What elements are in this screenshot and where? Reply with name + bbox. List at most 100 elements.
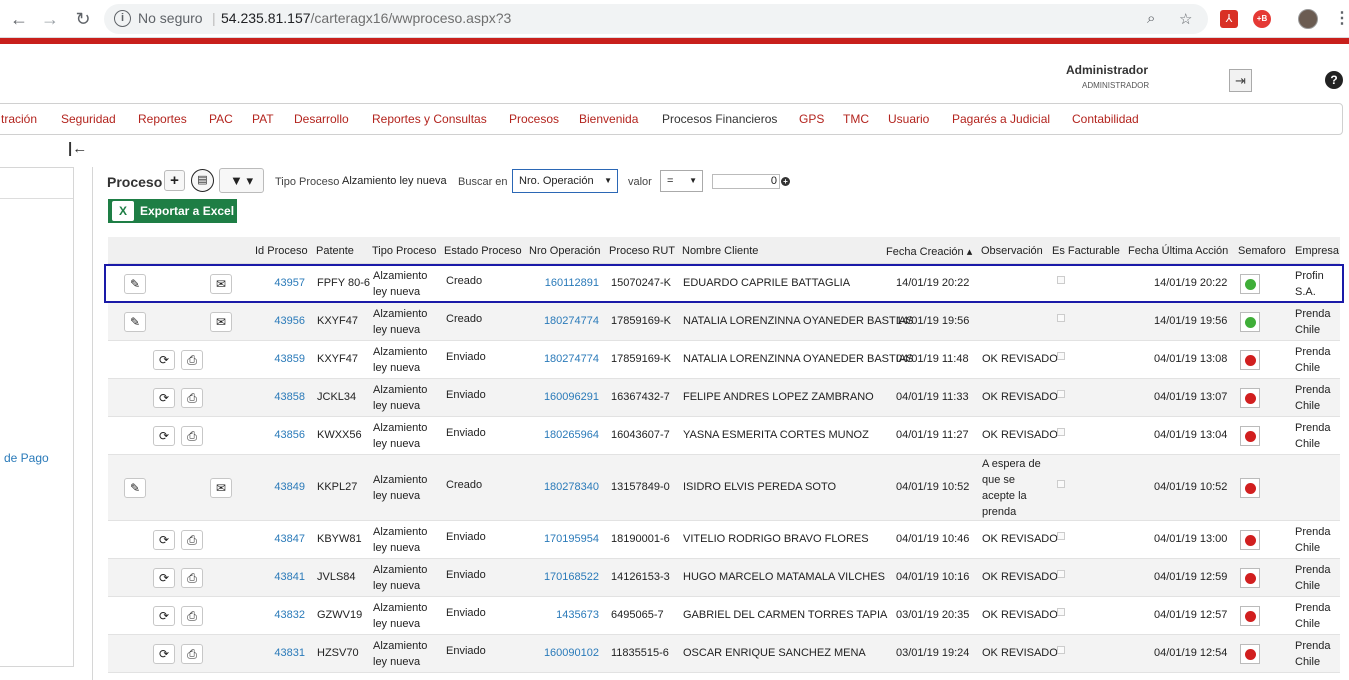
profile-avatar[interactable] <box>1298 9 1318 29</box>
sync-icon[interactable]: ⟳ <box>153 644 175 664</box>
id-proceso-link[interactable]: 43858 <box>274 391 305 403</box>
col-estado-proceso[interactable]: Estado Proceso <box>444 245 522 257</box>
nro-operacion-link[interactable]: 180265964 <box>544 429 599 441</box>
col-id-proceso[interactable]: Id Proceso <box>255 245 308 257</box>
menu-item-pac[interactable]: PAC <box>209 112 233 126</box>
id-proceso-link[interactable]: 43956 <box>274 315 305 327</box>
facturable-checkbox[interactable] <box>1057 480 1065 488</box>
col-proceso-rut[interactable]: Proceso RUT <box>609 245 675 257</box>
sync-icon[interactable]: ⟳ <box>153 350 175 370</box>
back-icon[interactable]: ← <box>8 8 30 30</box>
facturable-checkbox[interactable] <box>1057 532 1065 540</box>
sync-icon[interactable]: ⟳ <box>153 606 175 626</box>
id-proceso-link[interactable]: 43957 <box>274 277 305 289</box>
id-proceso-link[interactable]: 43831 <box>274 647 305 659</box>
col-fecha-ultima-accion[interactable]: Fecha Última Acción <box>1128 245 1228 257</box>
menu-item-procesos[interactable]: Procesos <box>509 112 559 126</box>
menu-item-bienvenida[interactable]: Bienvenida <box>579 112 638 126</box>
send-doc-icon[interactable]: ⎙ <box>181 606 203 626</box>
columns-icon[interactable]: ▤ <box>191 169 214 192</box>
edit-icon[interactable]: ✎ <box>124 478 146 498</box>
id-proceso-link[interactable]: 43841 <box>274 571 305 583</box>
filter-icon[interactable]: ▼ ▾ <box>219 168 264 193</box>
menu-item-pagares[interactable]: Pagarés a Judicial <box>952 112 1050 126</box>
id-proceso-link[interactable]: 43832 <box>274 609 305 621</box>
menu-item-reportes-consultas[interactable]: Reportes y Consultas <box>372 112 487 126</box>
id-proceso-link[interactable]: 43849 <box>274 481 305 493</box>
menu-item-gps[interactable]: GPS <box>799 112 824 126</box>
menu-item-pat[interactable]: PAT <box>252 112 274 126</box>
nro-operacion-link[interactable]: 170195954 <box>544 533 599 545</box>
col-es-facturable[interactable]: Es Facturable <box>1052 245 1120 257</box>
sidebar-link-pago[interactable]: de Pago <box>4 451 49 465</box>
col-fecha-creacion[interactable]: Fecha Creación ▴ <box>886 245 972 258</box>
address-bar[interactable]: i No seguro | 54.235.81.157/carteragx16/… <box>104 4 1208 34</box>
zoom-icon[interactable]: ⌕ <box>1147 10 1155 27</box>
menu-item-contabilidad[interactable]: Contabilidad <box>1072 112 1139 126</box>
mail-icon[interactable]: ✉ <box>210 478 232 498</box>
nro-operacion-link[interactable]: 180278340 <box>544 481 599 493</box>
col-nro-operacion[interactable]: Nro Operación <box>529 245 601 257</box>
col-patente[interactable]: Patente <box>316 245 354 257</box>
nro-operacion-link[interactable]: 170168522 <box>544 571 599 583</box>
nro-operacion-link[interactable]: 180274774 <box>544 315 599 327</box>
mail-icon[interactable]: ✉ <box>210 312 232 332</box>
facturable-checkbox[interactable] <box>1057 646 1065 654</box>
edit-icon[interactable]: ✎ <box>124 312 146 332</box>
nro-operacion-link[interactable]: 1435673 <box>556 609 599 621</box>
send-doc-icon[interactable]: ⎙ <box>181 644 203 664</box>
export-excel-button[interactable]: X Exportar a Excel <box>108 199 237 223</box>
menu-item-seguridad[interactable]: Seguridad <box>61 112 116 126</box>
facturable-checkbox[interactable] <box>1057 428 1065 436</box>
facturable-checkbox[interactable] <box>1057 390 1065 398</box>
add-filter-icon[interactable]: + <box>781 177 790 186</box>
col-empresa[interactable]: Empresa <box>1295 245 1339 257</box>
menu-item-usuario[interactable]: Usuario <box>888 112 929 126</box>
send-doc-icon[interactable]: ⎙ <box>181 350 203 370</box>
facturable-checkbox[interactable] <box>1057 608 1065 616</box>
valor-input[interactable]: 0 <box>712 174 780 189</box>
sync-icon[interactable]: ⟳ <box>153 568 175 588</box>
nro-operacion-link[interactable]: 160096291 <box>544 391 599 403</box>
id-proceso-link[interactable]: 43847 <box>274 533 305 545</box>
menu-item-reportes[interactable]: Reportes <box>138 112 187 126</box>
col-semaforo[interactable]: Semaforo <box>1238 245 1286 257</box>
col-nombre-cliente[interactable]: Nombre Cliente <box>682 245 758 257</box>
nro-operacion-link[interactable]: 180274774 <box>544 353 599 365</box>
menu-item-administracion[interactable]: tración <box>1 112 37 126</box>
facturable-checkbox[interactable] <box>1057 314 1065 322</box>
edit-icon[interactable]: ✎ <box>124 274 146 294</box>
menu-item-tmc[interactable]: TMC <box>843 112 869 126</box>
menu-item-procesos-financieros[interactable]: Procesos Financieros <box>662 112 777 126</box>
id-proceso-link[interactable]: 43856 <box>274 429 305 441</box>
browser-menu-icon[interactable]: ⋮ <box>1334 8 1349 28</box>
star-icon[interactable]: ☆ <box>1179 10 1192 28</box>
red-extension-icon[interactable]: +B <box>1253 10 1271 28</box>
add-icon[interactable]: + <box>164 170 185 191</box>
send-doc-icon[interactable]: ⎙ <box>181 568 203 588</box>
sync-icon[interactable]: ⟳ <box>153 388 175 408</box>
send-doc-icon[interactable]: ⎙ <box>181 388 203 408</box>
sync-icon[interactable]: ⟳ <box>153 426 175 446</box>
send-doc-icon[interactable]: ⎙ <box>181 426 203 446</box>
collapse-sidebar-icon[interactable]: |← <box>68 140 87 157</box>
id-proceso-link[interactable]: 43859 <box>274 353 305 365</box>
nro-operacion-link[interactable]: 160112891 <box>545 277 599 289</box>
col-tipo-proceso[interactable]: Tipo Proceso <box>372 245 436 257</box>
pdf-extension-icon[interactable]: ⅄ <box>1220 10 1238 28</box>
operator-select[interactable]: = ▼ <box>660 170 703 192</box>
buscar-select[interactable]: Nro. Operación ▼ <box>512 169 618 193</box>
facturable-checkbox[interactable] <box>1057 570 1065 578</box>
logout-icon[interactable]: ⇥ <box>1229 69 1252 92</box>
nro-operacion-link[interactable]: 160090102 <box>544 647 599 659</box>
facturable-checkbox[interactable] <box>1057 276 1065 284</box>
help-icon[interactable]: ? <box>1325 71 1343 89</box>
sync-icon[interactable]: ⟳ <box>153 530 175 550</box>
reload-icon[interactable]: ↻ <box>72 8 94 30</box>
menu-item-desarrollo[interactable]: Desarrollo <box>294 112 349 126</box>
send-doc-icon[interactable]: ⎙ <box>181 530 203 550</box>
col-observacion[interactable]: Observación <box>981 245 1043 257</box>
facturable-checkbox[interactable] <box>1057 352 1065 360</box>
forward-icon[interactable]: → <box>39 8 61 30</box>
info-icon[interactable]: i <box>114 10 131 27</box>
